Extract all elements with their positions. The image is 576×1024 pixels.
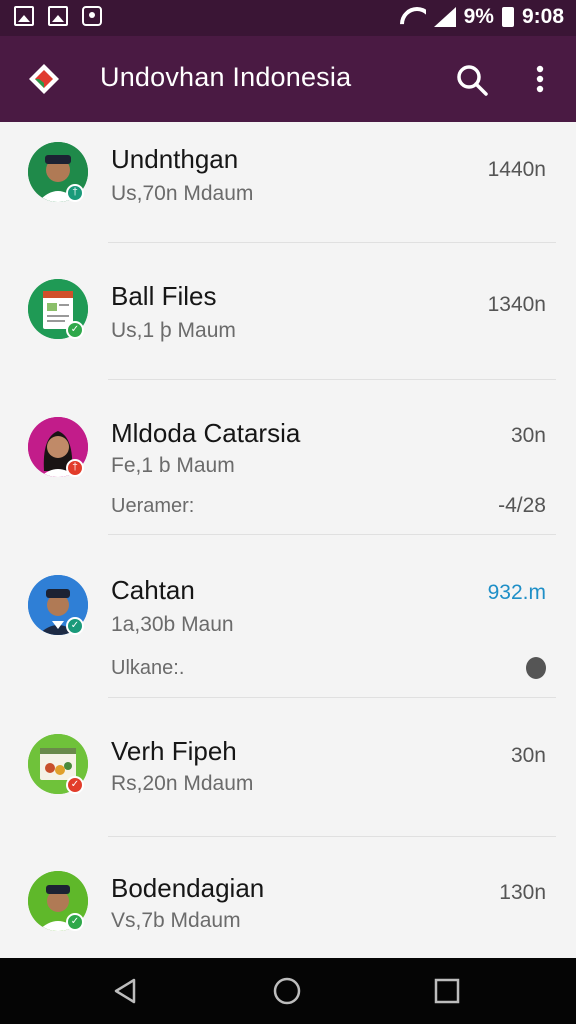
contact-name: Cahtan bbox=[111, 575, 195, 605]
status-bar: 9% 9:08 bbox=[0, 0, 576, 36]
status-badge: ✓ bbox=[66, 913, 84, 931]
notification-icons bbox=[14, 6, 102, 26]
timestamp: 30n bbox=[510, 424, 546, 447]
list-item[interactable]: ✓ Verh Fipeh Rs,20n Mdaum 30n bbox=[0, 698, 576, 837]
battery-percent: 9% bbox=[463, 5, 494, 28]
signal-icon bbox=[433, 7, 456, 27]
contact-subtitle: 1a,30b Maun bbox=[111, 613, 234, 636]
contact-subtitle: Vs,7b Mdaum bbox=[111, 909, 241, 932]
preview-value: -4/28 bbox=[498, 494, 546, 517]
gallery-icon bbox=[48, 6, 68, 26]
contact-name: Mldoda Catarsia bbox=[111, 418, 301, 448]
list-item[interactable]: † Mldoda Catarsia Fe,1 b Maum 30n Uerame… bbox=[0, 380, 576, 535]
contact-name: Ball Files bbox=[111, 281, 217, 311]
home-icon[interactable] bbox=[272, 976, 302, 1006]
contact-subtitle: Us,70n Mdaum bbox=[111, 182, 254, 205]
system-icons: 9% 9:08 bbox=[400, 5, 564, 29]
recents-icon[interactable] bbox=[432, 976, 462, 1006]
status-badge: ✓ bbox=[66, 776, 84, 794]
list-item[interactable]: ✓ Cahtan 1a,30b Maun 932.m Ulkane:. bbox=[0, 535, 576, 698]
preview-label: Ueramer: bbox=[111, 495, 195, 517]
battery-icon bbox=[501, 7, 514, 27]
contact-subtitle: Us,1 þ Maum bbox=[111, 319, 236, 342]
timestamp: 30n bbox=[510, 744, 546, 767]
app-bar: Undovhan Indonesia bbox=[0, 36, 576, 122]
list-item[interactable]: ✓ Ball Files Us,1 þ Maum 1340n bbox=[0, 243, 576, 380]
contact-name: Undnthgan bbox=[111, 144, 239, 174]
lock-icon bbox=[526, 657, 546, 679]
clock: 9:08 bbox=[521, 5, 564, 28]
preview-label: Ulkane:. bbox=[111, 657, 185, 679]
image-icon bbox=[14, 6, 34, 26]
bag-icon bbox=[82, 6, 102, 26]
back-icon[interactable] bbox=[110, 976, 140, 1006]
contact-subtitle: Rs,20n Mdaum bbox=[111, 772, 254, 795]
timestamp: 1440n bbox=[487, 158, 546, 181]
more-vert-icon[interactable] bbox=[526, 62, 554, 98]
search-icon[interactable] bbox=[454, 62, 490, 98]
status-badge: † bbox=[66, 459, 84, 477]
navigation-bar bbox=[0, 958, 576, 1024]
timestamp: 932.m bbox=[487, 581, 546, 604]
timestamp: 130n bbox=[499, 881, 546, 904]
status-badge: ✓ bbox=[66, 617, 84, 635]
timestamp: 1340n bbox=[487, 293, 546, 316]
contact-subtitle: Fe,1 b Maum bbox=[111, 454, 235, 477]
list-item[interactable]: ✓ Bodendagian Vs,7b Mdaum 130n bbox=[0, 837, 576, 958]
app-logo-icon[interactable] bbox=[26, 61, 62, 97]
status-badge: ✓ bbox=[66, 321, 84, 339]
chat-list: † Undnthgan Us,70n Mdaum 1440n ✓ Ball Fi… bbox=[0, 122, 576, 958]
wifi-icon bbox=[400, 7, 426, 27]
status-badge: † bbox=[66, 184, 84, 202]
list-item[interactable]: † Undnthgan Us,70n Mdaum 1440n bbox=[0, 122, 576, 243]
contact-name: Bodendagian bbox=[111, 873, 265, 903]
app-title: Undovhan Indonesia bbox=[100, 62, 352, 92]
contact-name: Verh Fipeh bbox=[111, 736, 237, 766]
